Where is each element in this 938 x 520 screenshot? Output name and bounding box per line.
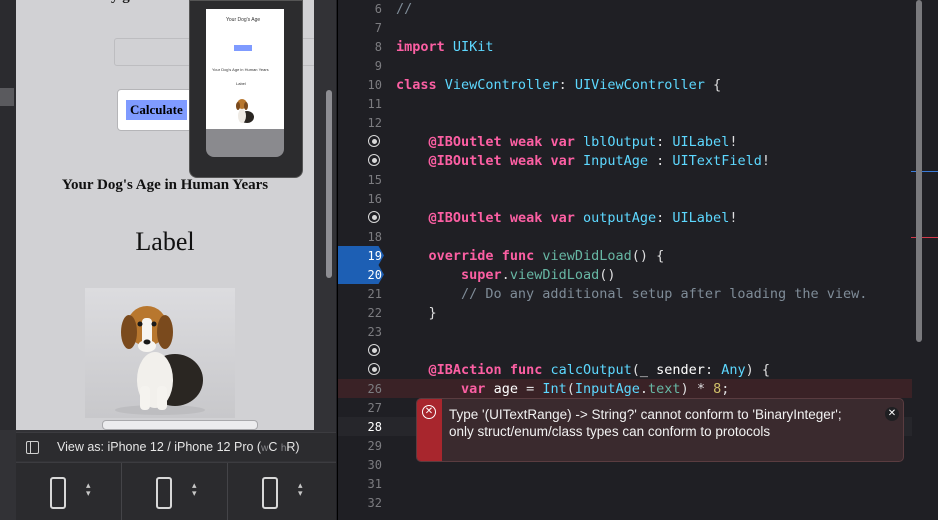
outlet-connection-icon[interactable] xyxy=(368,154,380,166)
line-number-gutter[interactable]: 6 7 8 9 10 11 12 13 14 15 16 17 18 19 20… xyxy=(338,0,394,520)
device-option-1[interactable]: ▴ ▾ xyxy=(16,463,122,520)
sidebar-toggle-icon[interactable] xyxy=(26,441,39,454)
code-line[interactable]: } xyxy=(396,304,437,323)
canvas-left-gutter xyxy=(0,0,16,430)
preview-button xyxy=(234,45,252,51)
dog-image xyxy=(85,288,235,418)
code-line[interactable]: var age = Int(InputAge.text) * 8; xyxy=(396,380,729,399)
calculate-button-frame[interactable]: Calculate xyxy=(117,89,197,131)
error-popover[interactable]: ✕ Type '(UITextRange) -> String?' cannot… xyxy=(416,398,904,462)
line-number: 31 xyxy=(367,477,382,491)
line-number: 28 xyxy=(367,420,382,434)
canvas-horizontal-scrollbar[interactable] xyxy=(102,420,258,430)
code-line[interactable]: import UIKit xyxy=(396,38,494,57)
editor-vertical-scrollbar[interactable] xyxy=(914,0,924,350)
device-picker[interactable]: ▴ ▾ ▴ ▾ ▴ ▾ xyxy=(16,462,336,520)
error-message: Type '(UITextRange) -> String?' cannot c… xyxy=(449,407,842,439)
app-title-partial: y g xyxy=(111,0,130,5)
line-number: 8 xyxy=(374,40,382,54)
preview-dog-image xyxy=(236,99,254,123)
chevron-updown-icon[interactable]: ▴ ▾ xyxy=(298,481,303,498)
preview-label: Label xyxy=(236,81,246,86)
size-class-r: R) xyxy=(286,440,300,454)
preview-headline: Your Dog's Age in Human Years xyxy=(212,67,269,72)
preview-screen: Your Dog's Age Your Dog's Age in Human Y… xyxy=(206,9,284,129)
outlet-connection-icon[interactable] xyxy=(368,135,380,147)
line-number: 12 xyxy=(367,116,382,130)
interface-builder-canvas[interactable]: y g Calculate Your Dog's Age in Human Ye… xyxy=(0,0,336,520)
chevron-updown-icon[interactable]: ▴ ▾ xyxy=(86,481,91,498)
headline-label: Your Dog's Age in Human Years xyxy=(61,177,269,193)
line-number: 22 xyxy=(367,306,382,320)
preview-home-area xyxy=(206,129,284,157)
view-as-bar[interactable]: View as: iPhone 12 / iPhone 12 Pro (wC h… xyxy=(16,432,336,461)
outlet-connection-icon[interactable] xyxy=(368,344,380,356)
code-editor[interactable]: 6 7 8 9 10 11 12 13 14 15 16 17 18 19 20… xyxy=(337,0,938,520)
line-number: 27 xyxy=(367,401,382,415)
phone-icon xyxy=(262,477,278,509)
line-number: 19 xyxy=(367,249,382,263)
line-number: 20 xyxy=(367,268,382,282)
preview-title: Your Dog's Age xyxy=(226,17,261,23)
code-line[interactable]: override func viewDidLoad() { xyxy=(396,247,665,266)
line-number: 29 xyxy=(367,439,382,453)
close-icon[interactable]: ✕ xyxy=(885,407,899,421)
code-line[interactable]: @IBOutlet weak var lblOutput: UILabel! xyxy=(396,133,738,152)
chevron-updown-icon[interactable]: ▴ ▾ xyxy=(192,481,197,498)
device-option-2[interactable]: ▴ ▾ xyxy=(122,463,228,520)
gutter-marker xyxy=(0,88,14,106)
line-number: 10 xyxy=(367,78,382,92)
code-line[interactable]: // xyxy=(396,0,412,19)
line-number: 30 xyxy=(367,458,382,472)
view-as-text[interactable]: View as: iPhone 12 / iPhone 12 Pro (wC h… xyxy=(57,440,300,454)
output-label[interactable]: Label xyxy=(16,227,314,257)
line-number: 32 xyxy=(367,496,382,510)
beagle-illustration xyxy=(115,306,205,415)
canvas-vertical-scrollbar[interactable] xyxy=(326,90,332,278)
line-number: 11 xyxy=(367,97,382,111)
code-line[interactable]: super.viewDidLoad() xyxy=(396,266,615,285)
line-number: 21 xyxy=(367,287,382,301)
view-as-device: View as: iPhone 12 / iPhone 12 Pro ( xyxy=(57,440,262,454)
scrollbar-thumb[interactable] xyxy=(916,0,922,342)
code-line[interactable]: // Do any additional setup after loading… xyxy=(396,285,867,304)
outlet-connection-icon[interactable] xyxy=(368,211,380,223)
code-line[interactable]: @IBAction func calcOutput(_ sender: Any)… xyxy=(396,361,770,380)
code-line[interactable]: @IBOutlet weak var InputAge : UITextFiel… xyxy=(396,152,770,171)
x-circle-icon: ✕ xyxy=(422,405,436,419)
size-class-c: C xyxy=(268,440,278,454)
calculate-button[interactable]: Calculate xyxy=(126,100,187,120)
code-line[interactable]: class ViewController: UIViewController { xyxy=(396,76,721,95)
phone-icon xyxy=(156,477,172,509)
line-number: 23 xyxy=(367,325,382,339)
code-line[interactable]: @IBOutlet weak var outputAge: UILabel! xyxy=(396,209,738,228)
phone-icon xyxy=(50,477,66,509)
line-number: 26 xyxy=(367,382,382,396)
line-number: 18 xyxy=(367,230,382,244)
line-number: 7 xyxy=(374,21,382,35)
device-option-3[interactable]: ▴ ▾ xyxy=(228,463,333,520)
line-number: 16 xyxy=(367,192,382,206)
device-preview[interactable]: Your Dog's Age Your Dog's Age in Human Y… xyxy=(189,0,303,178)
action-connection-icon[interactable] xyxy=(368,363,380,375)
line-number: 6 xyxy=(374,2,382,16)
line-number: 9 xyxy=(374,59,382,73)
line-number: 15 xyxy=(367,173,382,187)
